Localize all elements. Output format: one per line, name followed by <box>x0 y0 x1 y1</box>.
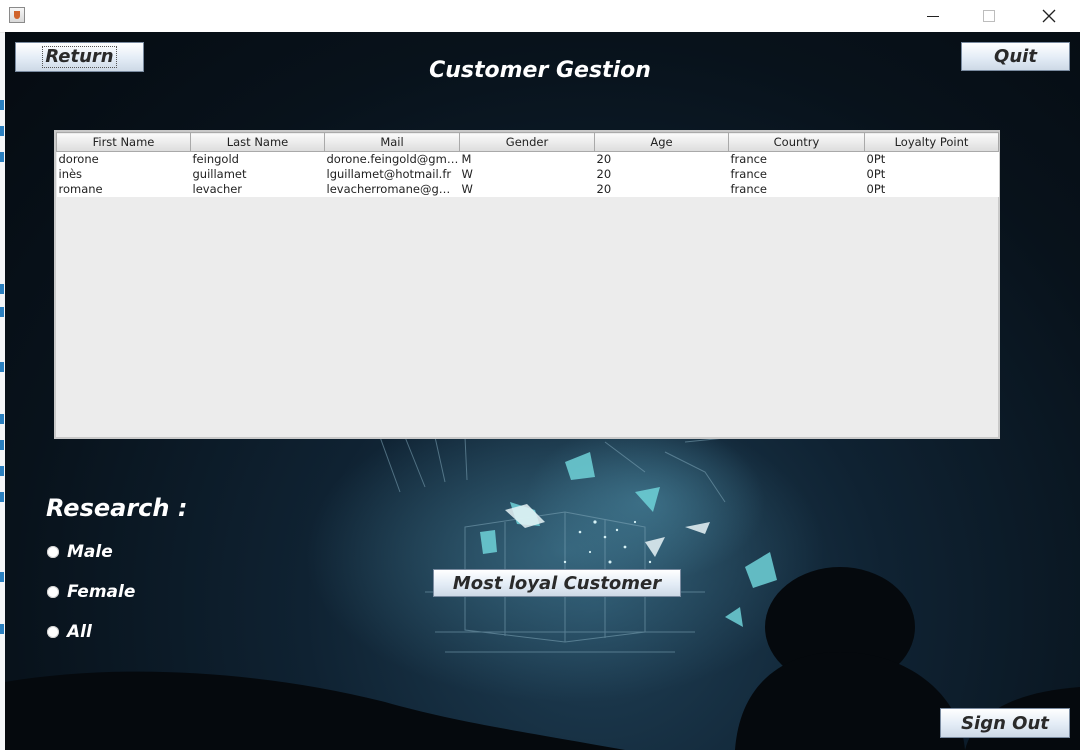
table-cell: 20 <box>594 151 729 167</box>
maximize-icon <box>983 10 995 22</box>
table-header-row: First Name Last Name Mail Gender Age Cou… <box>56 132 999 152</box>
most-loyal-customer-button[interactable]: Most loyal Customer <box>433 569 681 597</box>
close-button[interactable] <box>1026 0 1072 32</box>
page-title: Customer Gestion <box>429 58 651 83</box>
radio-button-icon <box>47 546 59 558</box>
table-cell: 20 <box>594 167 729 182</box>
radio-button-icon <box>47 626 59 638</box>
radio-button-icon <box>47 586 59 598</box>
column-header-last-name[interactable]: Last Name <box>190 132 325 152</box>
table-cell: lguillamet@hotmail.fr <box>324 167 460 182</box>
research-title: Research : <box>46 494 188 522</box>
column-header-first-name[interactable]: First Name <box>56 132 191 152</box>
table-cell: dorone <box>56 151 191 167</box>
table-cell: guillamet <box>190 167 325 182</box>
close-icon <box>1042 9 1056 23</box>
java-cup-icon <box>9 7 25 23</box>
column-header-loyalty-point[interactable]: Loyalty Point <box>864 132 999 152</box>
minimize-icon <box>927 15 939 17</box>
return-button-label: Return <box>42 46 117 68</box>
table-cell: dorone.feingold@gma... <box>324 151 460 167</box>
table-cell: levacherromane@gm... <box>324 182 460 197</box>
window-titlebar <box>0 0 1080 33</box>
app-content: Return Customer Gestion Quit First Name … <box>5 32 1080 750</box>
radio-all[interactable]: All <box>47 622 92 642</box>
table-cell: 0Pt <box>864 182 999 197</box>
table-cell: W <box>459 167 595 182</box>
radio-label-male: Male <box>67 542 113 562</box>
column-header-gender[interactable]: Gender <box>459 132 595 152</box>
radio-label-all: All <box>67 622 92 642</box>
table-cell: M <box>459 151 595 167</box>
table-cell: france <box>728 182 865 197</box>
table-cell: inès <box>56 167 191 182</box>
sign-out-button[interactable]: Sign Out <box>940 708 1070 738</box>
table-row[interactable]: inès guillamet lguillamet@hotmail.fr W 2… <box>56 167 999 182</box>
table-cell: levacher <box>190 182 325 197</box>
customer-table: First Name Last Name Mail Gender Age Cou… <box>54 130 1000 439</box>
quit-button[interactable]: Quit <box>961 42 1070 71</box>
table-row[interactable]: romane levacher levacherromane@gm... W 2… <box>56 182 999 197</box>
table-cell: france <box>728 151 865 167</box>
radio-female[interactable]: Female <box>47 582 135 602</box>
maximize-button[interactable] <box>966 0 1012 32</box>
table-cell: W <box>459 182 595 197</box>
return-button[interactable]: Return <box>15 42 144 72</box>
column-header-age[interactable]: Age <box>594 132 729 152</box>
table-cell: france <box>728 167 865 182</box>
table-empty-area <box>56 200 998 437</box>
table-cell: romane <box>56 182 191 197</box>
radio-male[interactable]: Male <box>47 542 113 562</box>
table-row[interactable]: dorone feingold dorone.feingold@gma... M… <box>56 151 999 167</box>
table-cell: 0Pt <box>864 151 999 167</box>
table-cell: 0Pt <box>864 167 999 182</box>
radio-label-female: Female <box>67 582 136 602</box>
column-header-mail[interactable]: Mail <box>324 132 460 152</box>
table-cell: feingold <box>190 151 325 167</box>
column-header-country[interactable]: Country <box>728 132 865 152</box>
table-cell: 20 <box>594 182 729 197</box>
minimize-button[interactable] <box>910 0 956 32</box>
